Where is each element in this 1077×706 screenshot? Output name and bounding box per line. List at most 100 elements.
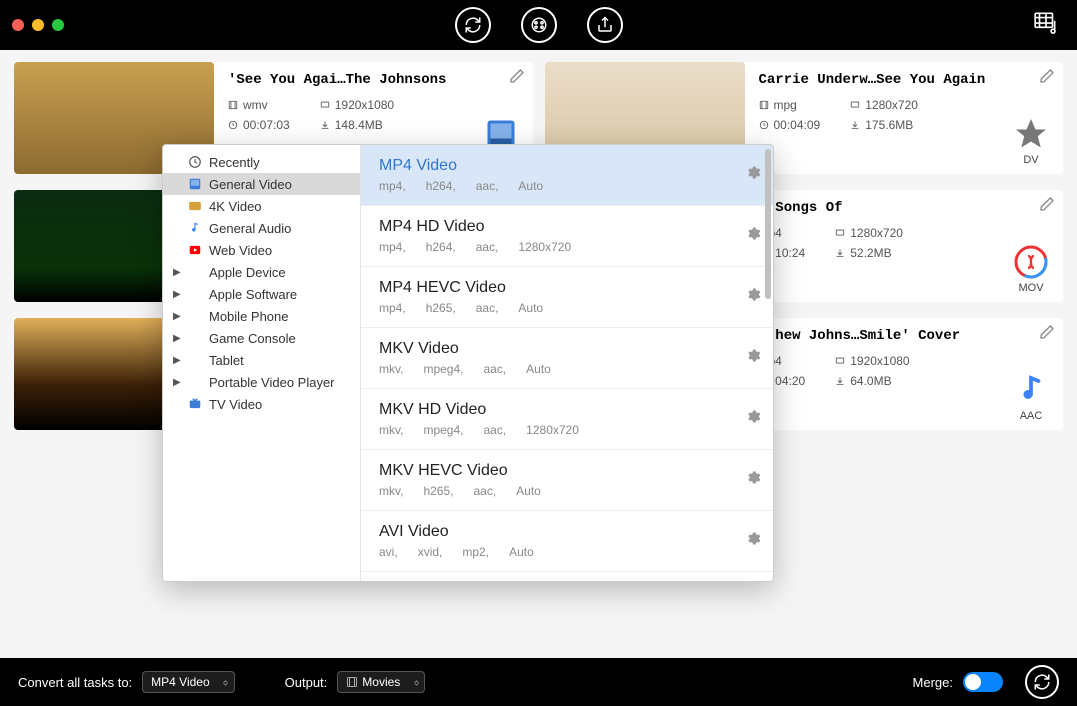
gear-icon[interactable] [745,348,761,369]
merge-toggle[interactable] [963,672,1003,692]
gear-icon[interactable] [745,470,761,491]
scrollbar-thumb[interactable] [765,149,771,299]
audio-icon [187,220,203,236]
category-item[interactable]: 4K Video [163,195,360,217]
bottom-toolbar: Convert all tasks to: MP4 Video Output: … [0,658,1077,706]
format-details: mkv,h265,aac,Auto [379,484,731,498]
title-bar [0,0,1077,50]
edit-icon[interactable] [509,68,525,89]
close-window-button[interactable] [12,19,24,31]
format-title: AVI Video [379,523,731,541]
format-title: MKV Video [379,340,731,358]
category-label: Web Video [209,243,272,258]
format-item[interactable]: MP4 HD Video mp4,h264,aac,1280x720 [361,206,773,267]
category-item[interactable]: ▶Apple Software [163,283,360,305]
task-title: t Songs Of [759,200,1050,216]
edit-icon[interactable] [1039,196,1055,217]
format-title: MKV HD Video [379,401,731,419]
format-details: avi,xvid,mp2,Auto [379,545,731,559]
format-picker-popover: Recently General Video 4K Video General Aud… [162,144,774,582]
duration: 00:04:09 [759,118,821,132]
category-item[interactable]: General Audio [163,217,360,239]
convert-tab-icon[interactable] [455,7,491,43]
window-controls [0,19,64,31]
category-item[interactable]: ▶Tablet [163,349,360,371]
format-item[interactable]: MKV Video mkv,mpeg4,aac,Auto [361,328,773,389]
category-label: Portable Video Player [209,375,335,390]
format-title: MP4 HD Video [379,218,731,236]
task-title: tthew Johns…Smile' Cover [759,328,1050,344]
zoom-window-button[interactable] [52,19,64,31]
category-label: TV Video [209,397,262,412]
format-item[interactable]: MP4 HEVC Video mp4,h265,aac,Auto [361,267,773,328]
category-item[interactable]: ▶Portable Video Player [163,371,360,393]
output-format-button[interactable]: DV [1013,116,1049,166]
output-format-button[interactable]: AAC [1013,372,1049,422]
gear-icon[interactable] [745,165,761,186]
category-label: Mobile Phone [209,309,289,324]
gear-icon[interactable] [745,531,761,552]
convert-all-select[interactable]: MP4 Video [142,671,234,693]
tv-icon [187,396,203,412]
format-details: mkv,mpeg4,aac,Auto [379,362,731,376]
file-format: mpg [759,98,821,112]
video-icon [187,176,203,192]
format-list: MP4 Video mp4,h264,aac,Auto MP4 HD Video… [361,145,773,581]
gear-icon[interactable] [745,409,761,430]
file-size: 148.4MB [320,118,394,132]
blank-icon [187,374,203,390]
category-label: General Audio [209,221,291,236]
gear-icon[interactable] [745,287,761,308]
edit-icon[interactable] [1039,68,1055,89]
format-title: MKV HEVC Video [379,462,731,480]
blank-icon [187,330,203,346]
share-tab-icon[interactable] [587,7,623,43]
format-details: mp4,h264,aac,Auto [379,179,731,193]
format-item[interactable]: MKV HD Video mkv,mpeg4,aac,1280x720 [361,389,773,450]
format-item[interactable]: MKV HEVC Video mkv,h265,aac,Auto [361,450,773,511]
convert-all-label: Convert all tasks to: [18,675,132,690]
minimize-window-button[interactable] [32,19,44,31]
format-details: mkv,mpeg4,aac,1280x720 [379,423,731,437]
blank-icon [187,264,203,280]
resolution: 1920x1080 [320,98,394,112]
resolution: 1280x720 [850,98,918,112]
format-title: MP4 Video [379,157,731,175]
category-label: Recently [209,155,260,170]
category-item[interactable]: ▶Game Console [163,327,360,349]
category-label: Apple Device [209,265,286,280]
category-item[interactable]: General Video [163,173,360,195]
edit-icon[interactable] [1039,324,1055,345]
category-item[interactable]: ▶Apple Device [163,261,360,283]
category-item[interactable]: Recently [163,151,360,173]
category-list: Recently General Video 4K Video General Aud… [163,145,361,581]
4k-icon [187,198,203,214]
file-size: 175.6MB [850,118,918,132]
category-item[interactable]: TV Video [163,393,360,415]
format-details: mp4,h265,aac,Auto [379,301,731,315]
category-label: Tablet [209,353,244,368]
file-format: wmv [228,98,290,112]
gear-icon[interactable] [745,226,761,247]
recent-icon [187,154,203,170]
category-label: Game Console [209,331,296,346]
format-item[interactable]: AVI Video avi,xvid,mp2,Auto [361,511,773,572]
output-folder-select[interactable]: Movies [337,671,425,693]
format-details: mp4,h264,aac,1280x720 [379,240,731,254]
media-library-icon[interactable] [1033,10,1059,41]
blank-icon [187,286,203,302]
task-title: Carrie Underw…See You Again [759,72,1050,88]
category-label: General Video [209,177,292,192]
film-tab-icon[interactable] [521,7,557,43]
output-format-button[interactable]: MOV [1013,244,1049,294]
category-item[interactable]: ▶Mobile Phone [163,305,360,327]
blank-icon [187,352,203,368]
start-convert-button[interactable] [1025,665,1059,699]
merge-label: Merge: [913,675,953,690]
category-item[interactable]: Web Video [163,239,360,261]
blank-icon [187,308,203,324]
category-label: Apple Software [209,287,297,302]
format-item[interactable]: MP4 Video mp4,h264,aac,Auto [361,145,773,206]
task-title: 'See You Agai…The Johnsons [228,72,519,88]
web-icon [187,242,203,258]
